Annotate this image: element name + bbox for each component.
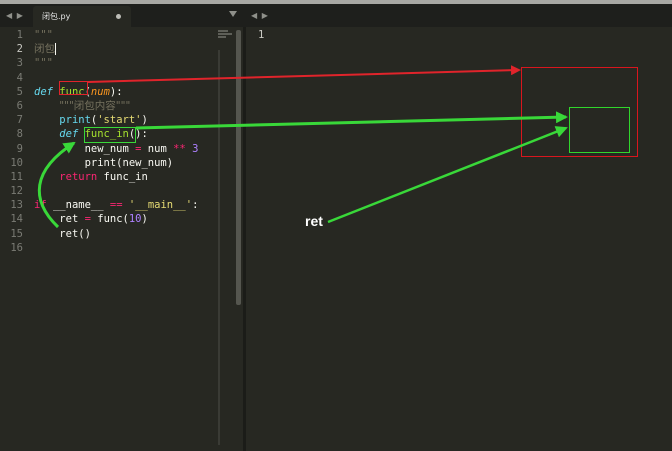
tab-nav-right-arrows[interactable]: ◀ ▶ xyxy=(251,11,269,20)
line-number: 11 xyxy=(10,170,23,183)
tab-nav-left-arrows[interactable]: ◀ ▶ xyxy=(6,11,24,20)
line-number: 2 xyxy=(16,43,23,56)
line-number: 12 xyxy=(10,185,23,198)
tab-bar: ◀ ▶ 闭包.py ◀ ▶ xyxy=(0,0,672,27)
code-line-14: ret = func(10) xyxy=(59,213,148,226)
code-line-7: print('start') xyxy=(59,114,148,127)
code-line-1: """ xyxy=(34,29,53,41)
code-line-6: """闭包内容""" xyxy=(59,99,131,112)
line-number: 3 xyxy=(16,57,23,70)
tab-file[interactable]: 闭包.py xyxy=(33,6,131,27)
diagram-inner-rect xyxy=(569,107,630,153)
tab-filename: 闭包.py xyxy=(42,12,71,21)
line-number: 6 xyxy=(16,99,23,112)
code-line-2: 闭包 xyxy=(34,43,56,56)
line-number: 7 xyxy=(16,114,23,127)
code-line-3: """ xyxy=(34,57,53,70)
code-line-10: print(new_num) xyxy=(84,156,174,169)
line-number: 16 xyxy=(10,241,23,254)
line-number: 1 xyxy=(16,29,23,41)
highlight-box-func-in xyxy=(84,127,136,143)
line-number-gutter: 1 2 3 4 5 6 7 8 9 10 11 12 13 14 15 16 xyxy=(0,28,26,255)
line-number: 8 xyxy=(16,128,23,141)
unsaved-dot-icon[interactable] xyxy=(116,14,121,19)
annotation-ret-label: ret xyxy=(305,213,323,229)
line-number: 9 xyxy=(16,142,23,155)
right-pane-line-number: 1 xyxy=(258,29,265,41)
code-line-11: return func_in xyxy=(59,170,148,183)
line-number: 15 xyxy=(10,227,23,240)
code-line-9: new_num = num ** 3 xyxy=(84,142,199,155)
tab-dropdown-icon[interactable] xyxy=(229,11,237,17)
code-line-13: if __name__ == '__main__': xyxy=(34,199,199,212)
text-cursor xyxy=(55,43,56,56)
line-number: 5 xyxy=(16,85,23,98)
window-top-edge xyxy=(0,0,672,4)
highlight-box-func xyxy=(59,81,88,95)
line-number: 14 xyxy=(10,213,23,226)
minimap[interactable] xyxy=(218,30,234,44)
line-number: 4 xyxy=(16,71,23,84)
minimap-track[interactable] xyxy=(218,50,220,445)
scrollbar-thumb[interactable] xyxy=(236,30,241,305)
code-line-15: ret() xyxy=(59,227,91,240)
line-number: 10 xyxy=(10,156,23,169)
line-number: 13 xyxy=(10,199,23,212)
